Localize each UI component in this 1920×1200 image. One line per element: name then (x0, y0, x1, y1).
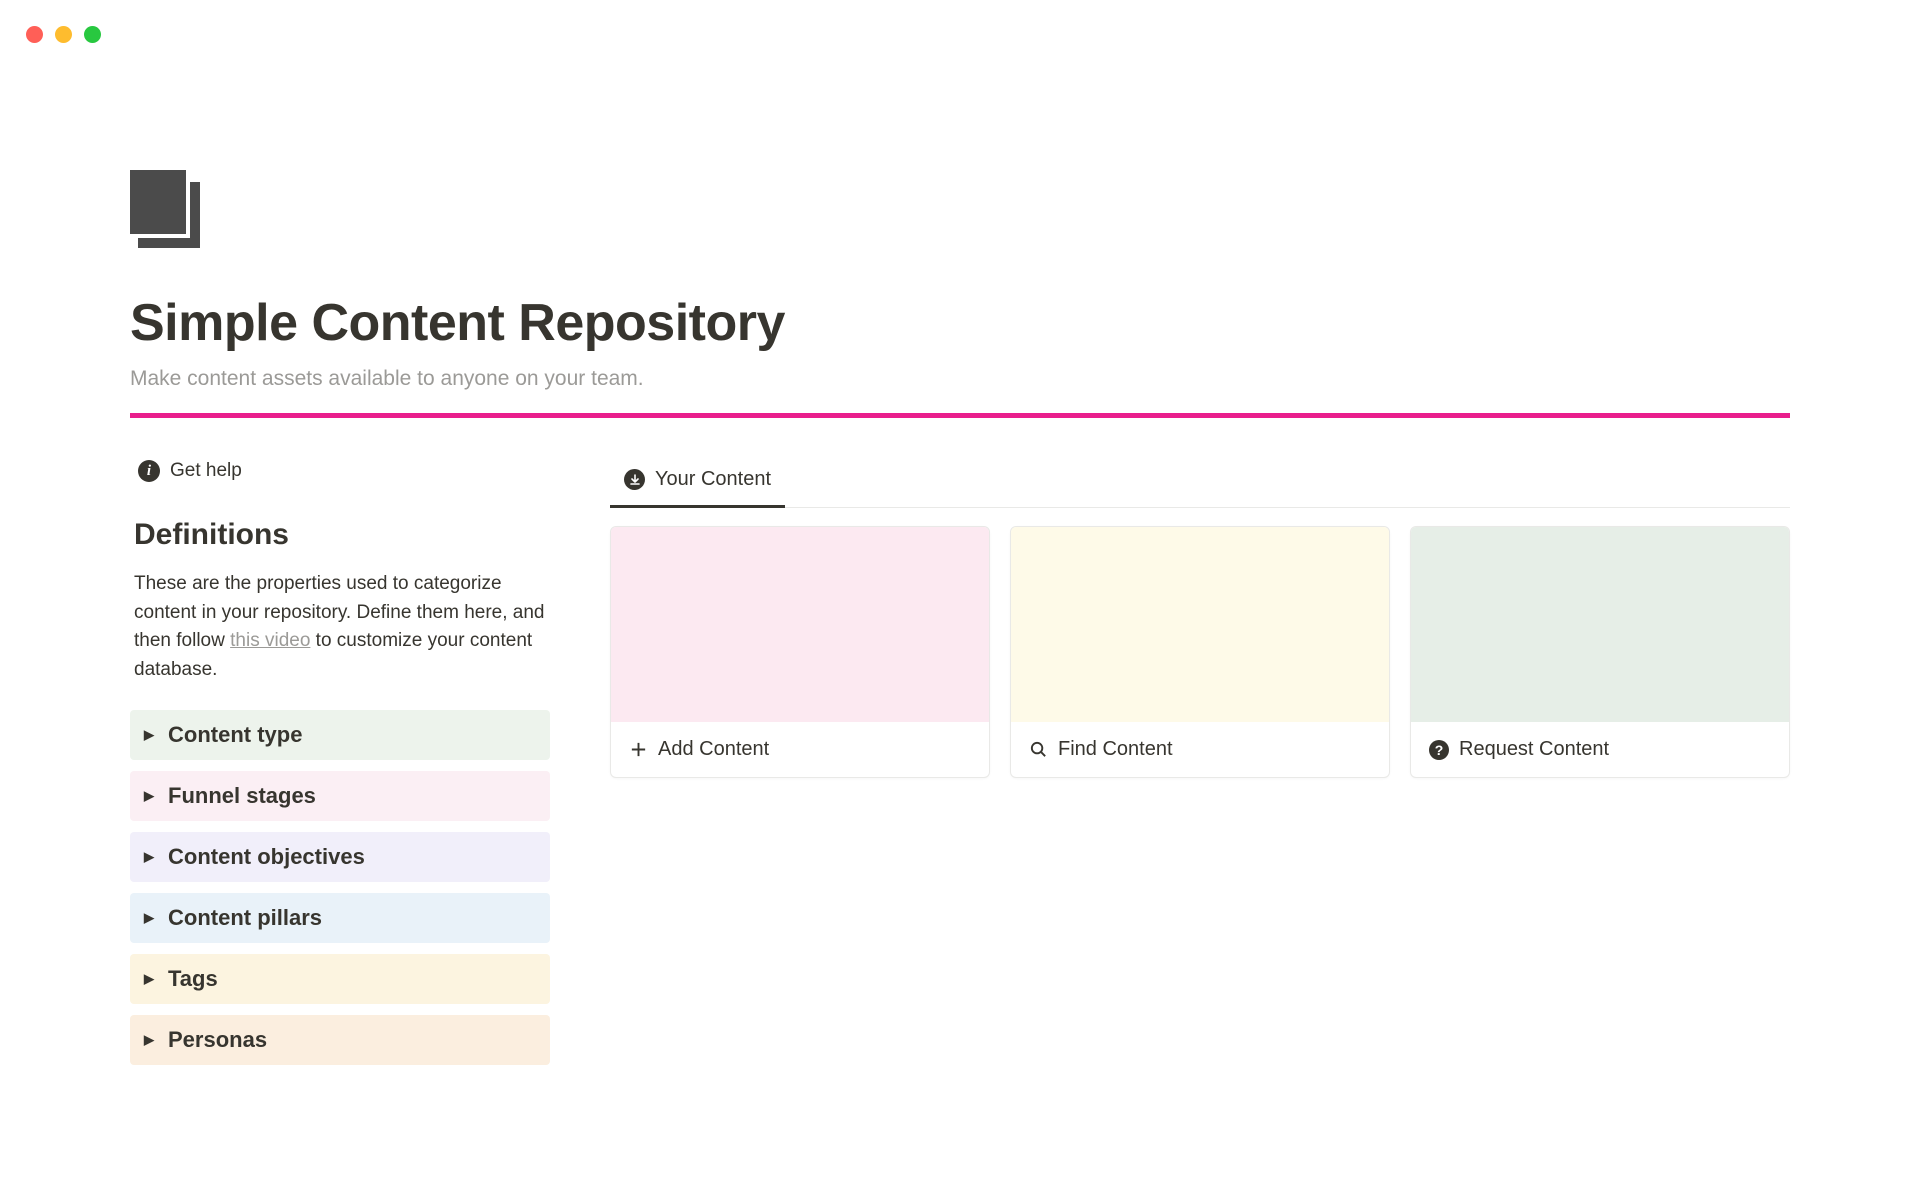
info-icon: i (138, 460, 160, 482)
definition-toggle-personas[interactable]: ▶ Personas (130, 1015, 550, 1065)
definition-toggle-funnel-stages[interactable]: ▶ Funnel stages (130, 771, 550, 821)
tab-bar: Your Content (610, 460, 1790, 508)
page-subtitle: Make content assets available to anyone … (130, 367, 1790, 391)
chevron-right-icon: ▶ (144, 849, 154, 865)
tab-label: Your Content (655, 468, 771, 491)
card-request-content[interactable]: ? Request Content (1410, 526, 1790, 778)
definitions-heading: Definitions (130, 518, 550, 552)
definition-label: Content type (168, 722, 302, 748)
card-find-content[interactable]: Find Content (1010, 526, 1390, 778)
definition-toggle-content-objectives[interactable]: ▶ Content objectives (130, 832, 550, 882)
definition-label: Tags (168, 966, 218, 992)
download-icon (624, 469, 645, 490)
card-cover (611, 527, 989, 722)
card-label: Add Content (658, 738, 769, 761)
definition-label: Content pillars (168, 905, 322, 931)
chevron-right-icon: ▶ (144, 788, 154, 804)
chevron-right-icon: ▶ (144, 971, 154, 987)
question-icon: ? (1429, 740, 1449, 760)
definition-toggle-content-type[interactable]: ▶ Content type (130, 710, 550, 760)
chevron-right-icon: ▶ (144, 727, 154, 743)
divider (130, 413, 1790, 418)
window-traffic-lights (26, 26, 101, 43)
page-title: Simple Content Repository (130, 293, 1790, 353)
chevron-right-icon: ▶ (144, 910, 154, 926)
card-label: Find Content (1058, 738, 1173, 761)
definition-label: Funnel stages (168, 783, 316, 809)
definition-toggle-tags[interactable]: ▶ Tags (130, 954, 550, 1004)
definition-label: Personas (168, 1027, 267, 1053)
close-window-button[interactable] (26, 26, 43, 43)
get-help-link[interactable]: i Get help (130, 460, 550, 482)
page-icon[interactable] (130, 170, 1790, 253)
search-icon (1029, 740, 1048, 759)
definition-toggle-content-pillars[interactable]: ▶ Content pillars (130, 893, 550, 943)
card-add-content[interactable]: Add Content (610, 526, 990, 778)
card-label: Request Content (1459, 738, 1609, 761)
chevron-right-icon: ▶ (144, 1032, 154, 1048)
plus-icon (629, 740, 648, 759)
definition-label: Content objectives (168, 844, 365, 870)
this-video-link[interactable]: this video (230, 630, 310, 651)
tab-your-content[interactable]: Your Content (610, 460, 785, 508)
definitions-description: These are the properties used to categor… (130, 570, 550, 684)
card-cover (1011, 527, 1389, 722)
get-help-label: Get help (170, 460, 242, 482)
maximize-window-button[interactable] (84, 26, 101, 43)
minimize-window-button[interactable] (55, 26, 72, 43)
card-cover (1411, 527, 1789, 722)
